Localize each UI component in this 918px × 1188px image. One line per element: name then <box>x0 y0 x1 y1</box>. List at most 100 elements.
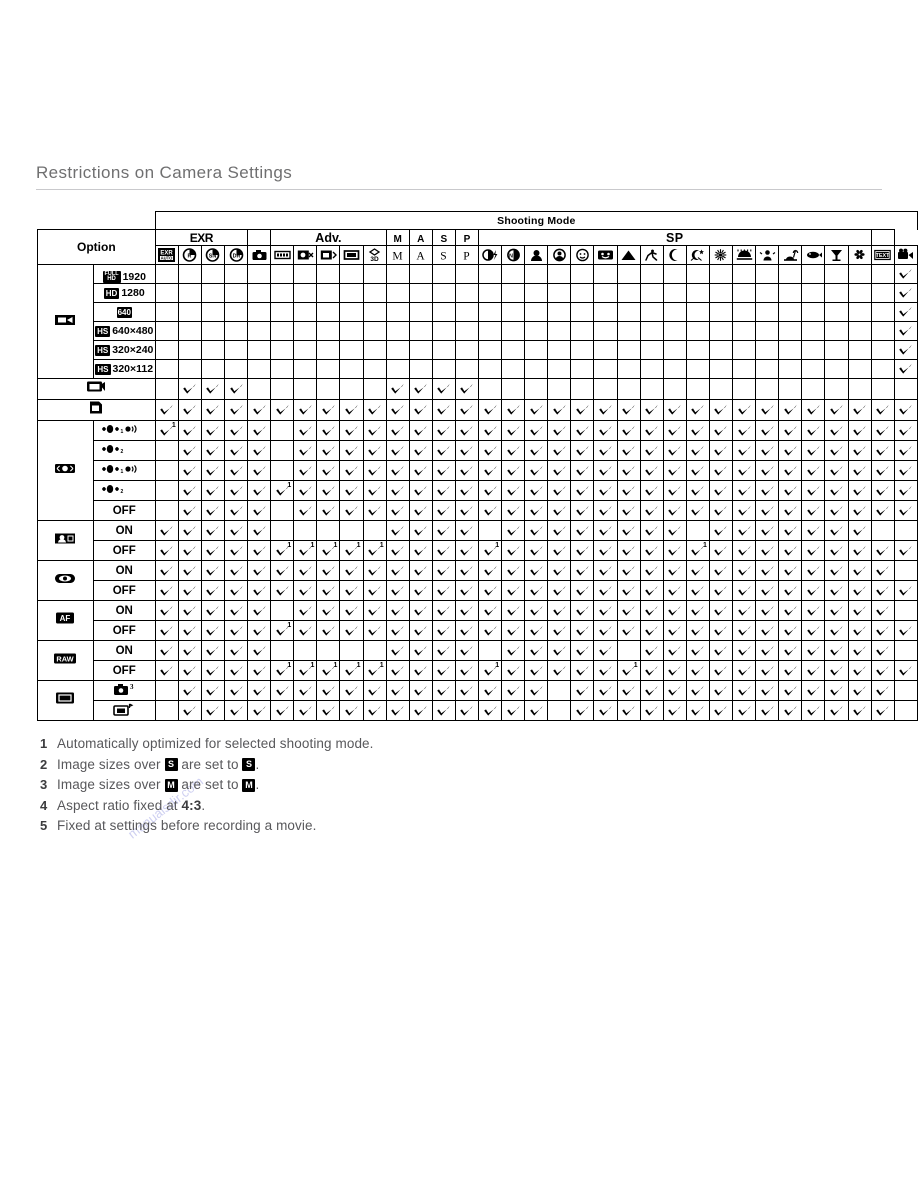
cell-unavailable <box>385 264 410 284</box>
cell-available <box>639 480 664 501</box>
cell-available <box>200 580 225 601</box>
table-row: FULL HD 1920 <box>37 264 918 379</box>
cell-available <box>362 680 387 701</box>
cell-unavailable <box>293 378 318 400</box>
cell-available <box>732 560 757 581</box>
cell-unavailable <box>824 378 849 400</box>
cell-available <box>870 580 895 601</box>
table-row: 3 <box>37 680 918 721</box>
cell-unavailable <box>385 283 410 303</box>
cell-available <box>732 399 757 421</box>
cell-available <box>223 580 249 601</box>
cell-available <box>177 660 202 681</box>
cell-unavailable <box>316 359 341 379</box>
cell-available <box>408 700 433 721</box>
matrix-head: Shooting Mode Option EXR Adv. M A S P SP EXR AUT… <box>37 211 918 265</box>
cell-unavailable <box>547 359 572 379</box>
cell-available <box>547 500 572 521</box>
cell-unavailable <box>547 283 572 303</box>
option-value: ON <box>115 604 133 617</box>
cell-available <box>847 399 872 421</box>
cell-available <box>339 680 364 701</box>
column-header-motion-panorama-icon <box>270 245 295 265</box>
column-header-auto-camera-icon <box>247 245 272 265</box>
cell-unavailable <box>801 264 826 284</box>
cell-available <box>685 420 710 441</box>
cell-available <box>501 660 526 681</box>
cell-available <box>755 420 780 441</box>
cell-available <box>200 480 225 501</box>
cell-available <box>824 660 849 681</box>
cell-available <box>893 440 918 461</box>
cell-unavailable <box>708 283 734 303</box>
cell-unavailable <box>154 460 179 481</box>
cell-available <box>385 540 410 561</box>
column-header-natural-light-icon: N <box>501 245 526 265</box>
header-row-groups: Option EXR Adv. M A S P SP <box>37 229 918 265</box>
cell-available <box>200 700 225 721</box>
cell-available <box>801 540 826 561</box>
cell-available <box>732 540 757 561</box>
cell-available <box>708 700 734 721</box>
cell-unavailable <box>247 283 272 303</box>
cell-available <box>893 321 918 341</box>
cell-available <box>778 700 803 721</box>
cell-available <box>177 420 202 441</box>
row-group-image-stabilization-icon <box>37 420 94 521</box>
option-value <box>113 702 135 717</box>
cell-available <box>293 440 318 461</box>
cell-available <box>732 420 757 441</box>
cell-available <box>570 600 595 621</box>
cell-unavailable <box>385 302 410 322</box>
face-detection-icon <box>54 531 76 546</box>
cell-available: 1 <box>477 540 503 561</box>
cell-available <box>223 540 249 561</box>
cell-available <box>154 640 179 661</box>
cell-unavailable <box>570 302 595 322</box>
cell-unavailable <box>316 340 341 360</box>
cell-unavailable <box>547 302 572 322</box>
column-header-mode-m-icon: M <box>385 245 410 265</box>
cell-available: 1 <box>616 660 641 681</box>
cell-unavailable <box>154 480 179 501</box>
cell-available <box>639 500 664 521</box>
footnote-text: Fixed at settings before recording a mov… <box>57 818 317 833</box>
cell-available <box>547 420 572 441</box>
table-row: HS 320×240 <box>38 340 918 360</box>
column-header-smile-icon <box>593 245 618 265</box>
cell-unavailable <box>477 321 503 341</box>
cell-available <box>524 500 549 521</box>
cell-available <box>200 399 225 421</box>
cell-available <box>454 420 480 441</box>
cell-available: 1 <box>339 540 364 561</box>
cell-unavailable <box>755 321 780 341</box>
cell-available <box>385 580 410 601</box>
cell-available <box>501 640 526 661</box>
cell-available <box>570 440 595 461</box>
natural-light-flash-icon <box>479 248 501 262</box>
cell-available <box>732 620 757 641</box>
cell-available <box>893 399 918 421</box>
footnote: 4 Aspect ratio fixed at 4:3. <box>40 796 560 817</box>
cell-available <box>593 520 618 541</box>
cell-available <box>385 680 410 701</box>
cell-available <box>477 620 503 641</box>
cell-unavailable <box>223 264 249 284</box>
column-header-night-icon <box>662 245 687 265</box>
cell-available <box>431 660 456 681</box>
option-value: ON <box>115 524 133 537</box>
cell-unavailable <box>270 640 295 661</box>
cell-unavailable <box>708 340 734 360</box>
column-header-mode-s-icon: S <box>431 245 456 265</box>
cell-available: 1 <box>293 540 318 561</box>
cell-available <box>408 420 433 441</box>
cell-available <box>385 480 410 501</box>
cell-available <box>408 640 433 661</box>
cell-available <box>223 500 249 521</box>
cell-available <box>247 640 272 661</box>
cell-available <box>177 520 202 541</box>
cell-unavailable <box>154 500 179 521</box>
cell-unavailable <box>270 321 295 341</box>
cell-available <box>316 560 341 581</box>
row-option-label: HS 320×240 <box>92 340 156 360</box>
